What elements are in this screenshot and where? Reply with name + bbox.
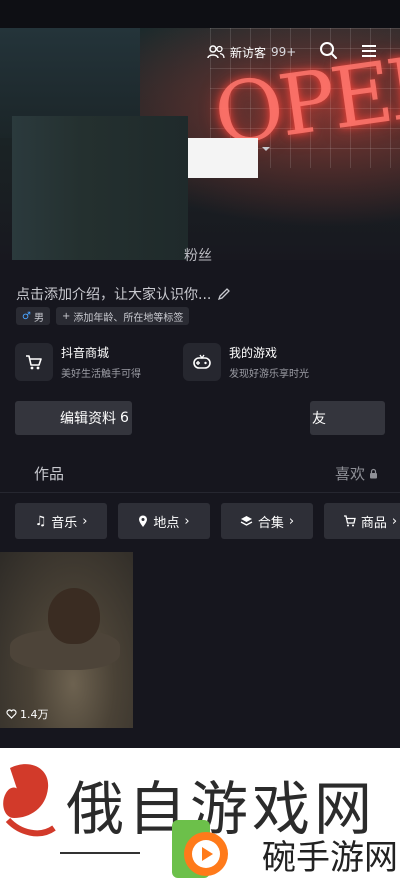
- heart-icon: [6, 709, 17, 719]
- location-pin-icon: [139, 515, 148, 527]
- chip-collections[interactable]: 合集 ›: [221, 503, 313, 539]
- add-tags-button[interactable]: + 添加年龄、所在地等标签: [55, 307, 190, 325]
- play-logo-icon: [172, 820, 228, 878]
- chip-location[interactable]: 地点 ›: [118, 503, 210, 539]
- service-title: 抖音商城: [61, 346, 110, 360]
- new-visitors-button[interactable]: 新访客 99+: [207, 42, 296, 62]
- watermark-rule: [60, 852, 140, 854]
- lock-icon: [370, 468, 377, 479]
- search-button[interactable]: [316, 38, 342, 64]
- rooster-logo-icon: [3, 764, 56, 837]
- avatar[interactable]: [12, 116, 188, 260]
- visitors-label: 新访客: [230, 45, 267, 60]
- menu-icon: [362, 45, 376, 57]
- chip-label: 商品: [360, 515, 387, 531]
- bio-placeholder: 点击添加介绍，让大家认识你...: [16, 287, 212, 303]
- male-icon: ♂: [22, 310, 31, 322]
- watermark-subtitle: 碗手游网: [262, 838, 398, 878]
- video-likes-count: 1.4万: [20, 708, 49, 721]
- chip-products[interactable]: 商品 ›: [324, 503, 400, 539]
- video-thumbnail[interactable]: 1.4万: [0, 552, 133, 728]
- edit-profile-suffix: 6: [120, 410, 129, 426]
- chip-label: 地点: [153, 515, 180, 531]
- chevron-right-icon: ›: [82, 513, 88, 529]
- visitors-icon: [207, 45, 225, 59]
- chip-music[interactable]: ♫ 音乐 ›: [15, 503, 107, 539]
- chevron-down-icon[interactable]: [260, 143, 272, 155]
- service-my-games[interactable]: 我的游戏 发现好游乐享时光: [183, 343, 309, 381]
- fans-label[interactable]: 粉丝: [184, 245, 212, 265]
- service-title: 我的游戏: [229, 346, 278, 360]
- chevron-right-icon: ›: [288, 513, 295, 529]
- gender-tag[interactable]: ♂ 男: [16, 307, 50, 325]
- edit-pencil-icon: [218, 288, 231, 301]
- status-bar: [0, 0, 400, 28]
- search-icon: [320, 42, 337, 59]
- cart-icon: [15, 343, 53, 381]
- chevron-right-icon: ›: [391, 513, 398, 529]
- cart-icon: [343, 515, 356, 527]
- watermark-banner: 俄自游戏网 碗手游网: [0, 748, 400, 888]
- bio-field[interactable]: 点击添加介绍，让大家认识你...: [16, 284, 231, 304]
- add-friend-button[interactable]: 友: [310, 401, 385, 435]
- video-likes: 1.4万: [6, 706, 49, 722]
- service-subtitle: 发现好游乐享时光: [229, 369, 309, 380]
- add-tags-label: 添加年龄、所在地等标签: [73, 312, 184, 324]
- divider: [0, 492, 400, 493]
- tab-works[interactable]: 作品: [34, 463, 64, 484]
- layers-icon: [240, 516, 253, 526]
- chevron-right-icon: ›: [184, 513, 190, 529]
- service-douyin-mall[interactable]: 抖音商城 美好生活触手可得: [15, 343, 141, 381]
- thumbnail-figure-head: [48, 588, 100, 644]
- menu-button[interactable]: [356, 38, 382, 64]
- tab-likes-label: 喜欢: [334, 465, 365, 483]
- profile-tabs: 作品 喜欢: [0, 455, 400, 491]
- gender-tag-label: 男: [33, 312, 44, 324]
- add-friend-label: 友: [312, 411, 326, 427]
- edit-profile-label: 编辑资料: [60, 411, 116, 427]
- plus-icon: +: [61, 310, 71, 322]
- gamepad-icon: [183, 343, 221, 381]
- tab-likes[interactable]: 喜欢: [335, 463, 378, 484]
- chip-label: 合集: [257, 515, 284, 531]
- chip-label: 音乐: [51, 515, 78, 531]
- visitors-count: 99+: [271, 45, 297, 59]
- edit-profile-button[interactable]: 编辑资料 6: [15, 401, 132, 435]
- music-note-icon: ♫: [34, 513, 47, 529]
- service-subtitle: 美好生活触手可得: [61, 369, 141, 380]
- username-redacted: [188, 138, 258, 178]
